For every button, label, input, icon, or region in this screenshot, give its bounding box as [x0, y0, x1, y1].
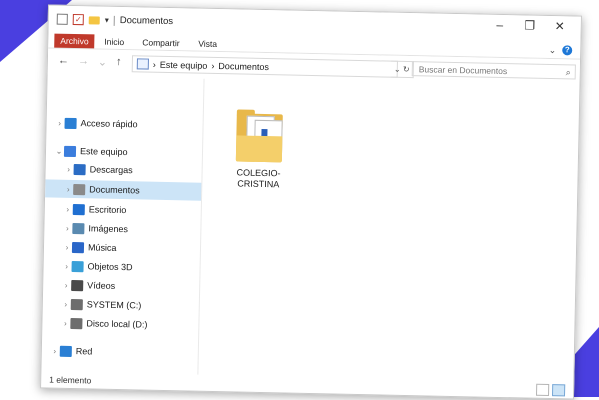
expand-chevron-icon[interactable]: › — [50, 346, 60, 355]
sidebar-item-label: Disco local (D:) — [86, 318, 148, 330]
expand-chevron-icon[interactable]: › — [61, 299, 71, 308]
expand-chevron-icon[interactable]: › — [63, 204, 73, 213]
drive-icon — [70, 317, 83, 329]
sidebar-item-label: Descargas — [89, 164, 133, 176]
this-pc-icon — [136, 58, 149, 70]
sidebar-item-label: Imágenes — [88, 223, 129, 235]
expand-chevron-icon[interactable]: › — [62, 261, 72, 270]
close-button[interactable]: ✕ — [545, 18, 575, 37]
sidebar-item[interactable]: › Imágenes — [44, 218, 200, 239]
sidebar-item-label: Documentos — [89, 184, 140, 196]
sidebar-item[interactable]: › Música — [44, 237, 200, 258]
customize-toolbar-icon[interactable]: ▾ — [105, 16, 109, 25]
drive-icon — [70, 298, 83, 310]
navigation-pane: › Acceso rápido ⌄ Este equipo › Descargas › Doc… — [41, 75, 205, 375]
sidebar-item-label: SYSTEM (C:) — [86, 299, 142, 311]
folder-item[interactable]: COLEGIO-CRISTINA — [223, 105, 295, 190]
sidebar-item[interactable]: › Red — [42, 341, 198, 362]
expand-chevron-icon[interactable]: › — [62, 242, 72, 251]
expand-chevron-icon[interactable]: › — [64, 164, 74, 173]
desktop-icon — [72, 203, 85, 215]
item-count: 1 elemento — [49, 374, 92, 386]
sidebar-item-label: Este equipo — [79, 146, 128, 158]
maximize-button[interactable]: ❐ — [515, 17, 545, 36]
address-separator: › — [152, 59, 156, 70]
sidebar-item-label: Vídeos — [87, 280, 116, 291]
search-icon[interactable]: ⌕ — [566, 65, 571, 80]
up-button[interactable]: ↑ — [116, 56, 122, 69]
sidebar-item[interactable]: › Vídeos — [43, 275, 199, 296]
expand-chevron-icon[interactable]: › — [62, 223, 72, 232]
breadcrumb-documentos[interactable]: Documentos — [218, 61, 269, 72]
minimize-button[interactable]: – — [485, 17, 515, 36]
music-icon — [71, 241, 85, 253]
expand-chevron-icon[interactable]: › — [61, 280, 71, 289]
view-buttons — [535, 383, 566, 397]
tab-compartir[interactable]: Compartir — [142, 35, 180, 50]
window-title: Documentos — [119, 14, 174, 28]
sidebar-item[interactable]: › Descargas — [45, 159, 201, 180]
tab-archivo[interactable]: Archivo — [54, 33, 95, 49]
expand-ribbon-icon[interactable]: ⌄ — [549, 45, 557, 56]
sidebar-item[interactable]: › Disco local (D:) — [42, 313, 198, 334]
sidebar-item-label: Escritorio — [88, 204, 127, 216]
help-icon[interactable]: ? — [562, 45, 573, 56]
address-separator: › — [211, 60, 215, 71]
address-dropdown-refresh[interactable]: ⌄ ↻ — [390, 60, 414, 79]
network-icon — [59, 345, 72, 357]
details-view-button[interactable] — [535, 383, 550, 397]
properties-icon[interactable] — [56, 13, 68, 25]
document-icon — [73, 183, 86, 195]
sidebar-item-label: Música — [87, 242, 117, 253]
file-explorer-window: ✓ ▾ Documentos – ❐ ✕ Archivo Inicio Comp… — [40, 4, 582, 400]
download-icon — [73, 163, 86, 175]
expand-chevron-icon[interactable]: › — [63, 184, 73, 193]
nav-arrows: ← → ⌄ ↑ — [58, 55, 122, 69]
cube-icon — [71, 260, 84, 272]
folder-icon — [232, 105, 287, 166]
search-input[interactable]: Buscar en Documentos ⌕ — [411, 61, 576, 80]
back-button[interactable]: ← — [58, 55, 69, 68]
sidebar-item[interactable]: › Escritorio — [45, 199, 201, 220]
expand-chevron-icon[interactable]: ⌄ — [54, 146, 64, 155]
search-placeholder: Buscar en Documentos — [418, 64, 508, 77]
file-list-pane: COLEGIO-CRISTINA — [199, 79, 579, 383]
sidebar-item[interactable]: › Documentos — [45, 179, 202, 201]
large-icons-view-button[interactable] — [551, 384, 566, 397]
new-folder-icon[interactable] — [88, 15, 100, 25]
forward-button[interactable]: → — [78, 55, 89, 68]
folder-name: COLEGIO-CRISTINA — [236, 167, 281, 190]
expand-chevron-icon[interactable]: › — [60, 318, 70, 327]
sidebar-item-label: Acceso rápido — [80, 118, 138, 130]
window-controls: – ❐ ✕ — [485, 17, 575, 37]
sidebar-item[interactable]: › Acceso rápido — [46, 113, 202, 134]
checkmark-icon[interactable]: ✓ — [72, 13, 84, 26]
video-icon — [71, 279, 84, 291]
computer-icon — [63, 145, 77, 157]
sidebar-item[interactable]: › SYSTEM (C:) — [43, 294, 199, 315]
image-icon — [72, 222, 85, 234]
toolbar-divider — [113, 15, 115, 26]
tab-vista[interactable]: Vista — [198, 37, 217, 51]
sidebar-item-label: Red — [75, 346, 93, 357]
quick-access-toolbar: ✓ ▾ Documentos — [56, 13, 174, 28]
breadcrumb-este-equipo[interactable]: Este equipo — [160, 59, 208, 70]
expand-chevron-icon[interactable]: › — [55, 118, 65, 127]
address-bar[interactable]: › Este equipo › Documentos — [131, 55, 398, 78]
star-icon — [64, 117, 77, 129]
sidebar-item-label: Objetos 3D — [87, 261, 133, 273]
tab-inicio[interactable]: Inicio — [104, 35, 124, 49]
recent-locations-button[interactable]: ⌄ — [98, 56, 107, 69]
sidebar-item[interactable]: › Objetos 3D — [43, 256, 199, 277]
